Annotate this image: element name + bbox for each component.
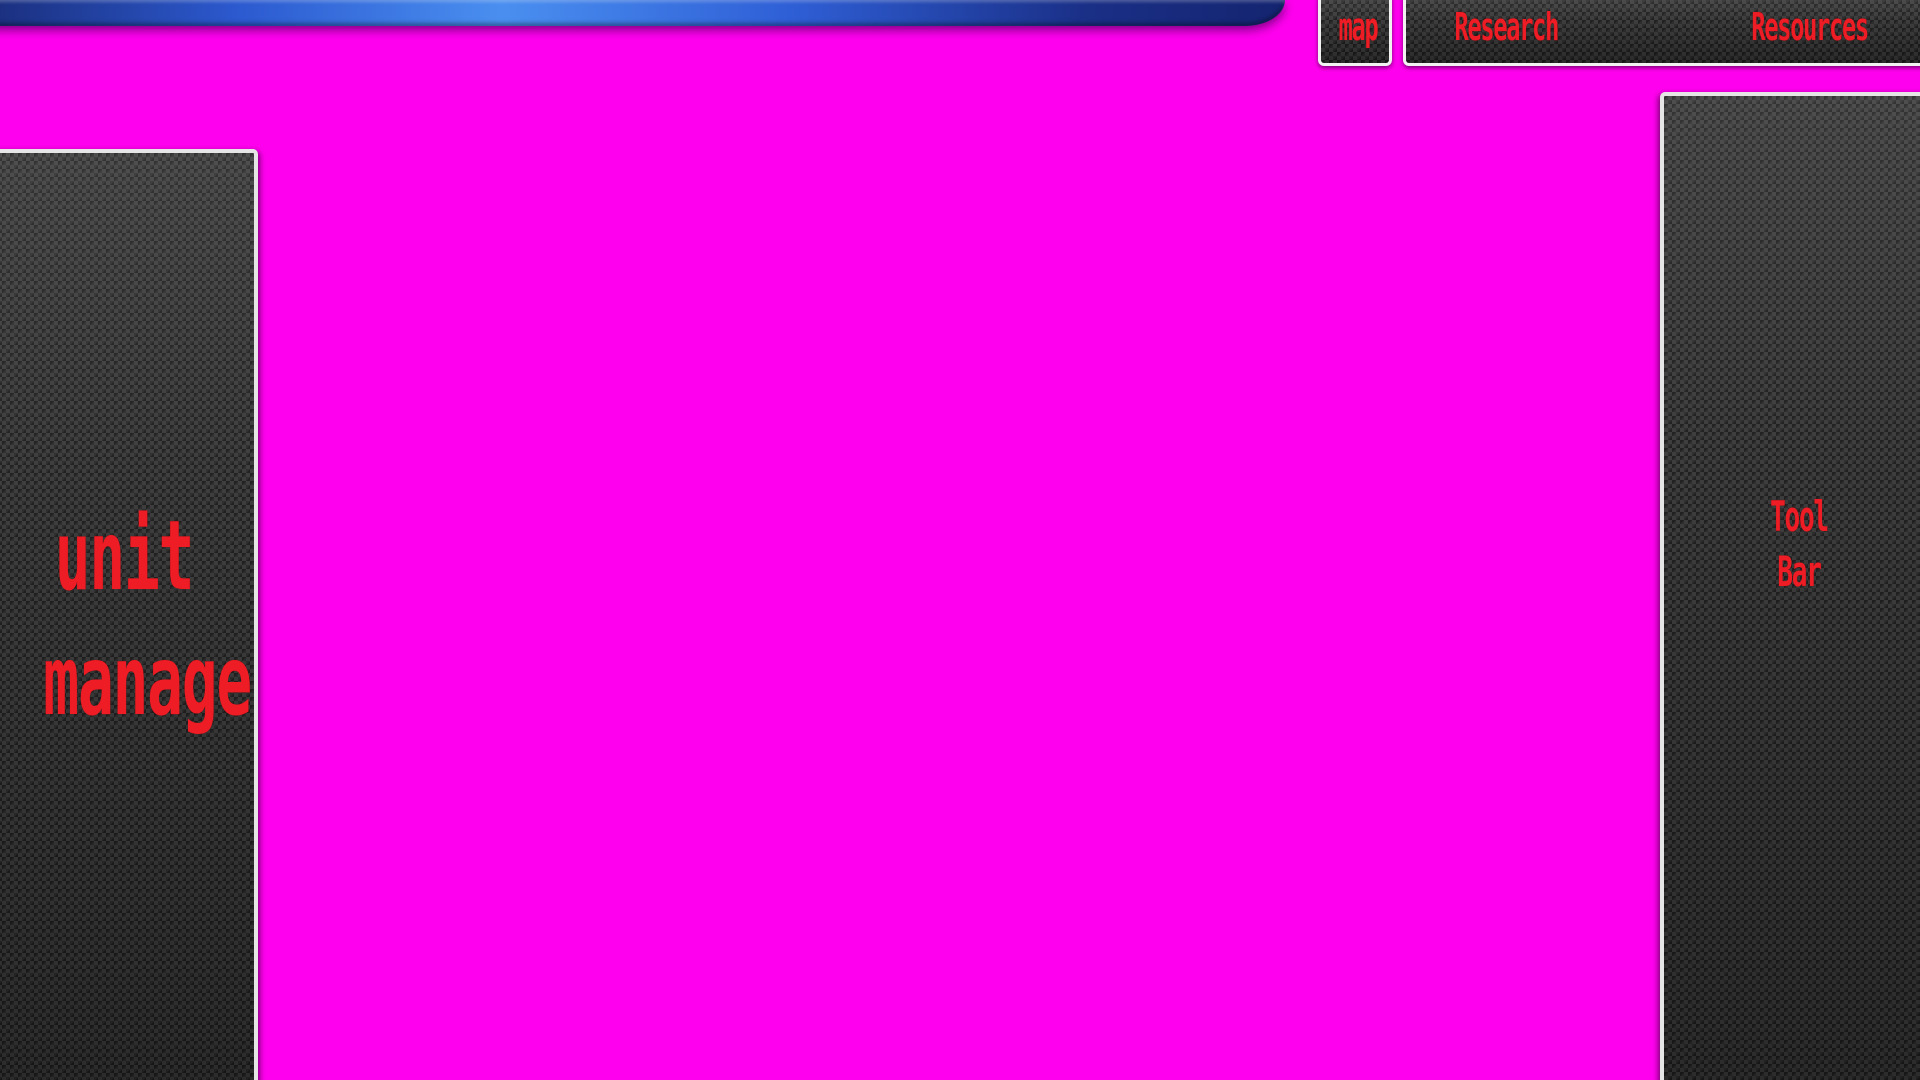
map-tab-label: map	[1338, 5, 1379, 49]
tool-bar-label-line1: Tool	[1770, 492, 1829, 541]
unit-manage-label-line2: manage	[43, 625, 252, 737]
unit-manage-panel[interactable]: unit manage	[0, 149, 258, 1080]
unit-manage-label-line1: unit	[54, 500, 195, 612]
tool-bar-panel[interactable]: Tool Bar	[1660, 92, 1920, 1080]
top-status-bar	[0, 0, 1285, 26]
map-tab[interactable]: map	[1318, 0, 1392, 66]
top-info-panel: Research Resources	[1403, 0, 1920, 66]
research-button[interactable]: Research	[1455, 8, 1560, 46]
tool-bar-label-line2: Bar	[1777, 547, 1822, 596]
resources-button[interactable]: Resources	[1751, 8, 1869, 46]
game-viewport[interactable]: map Research Resources unit manage Tool …	[0, 0, 1920, 1080]
